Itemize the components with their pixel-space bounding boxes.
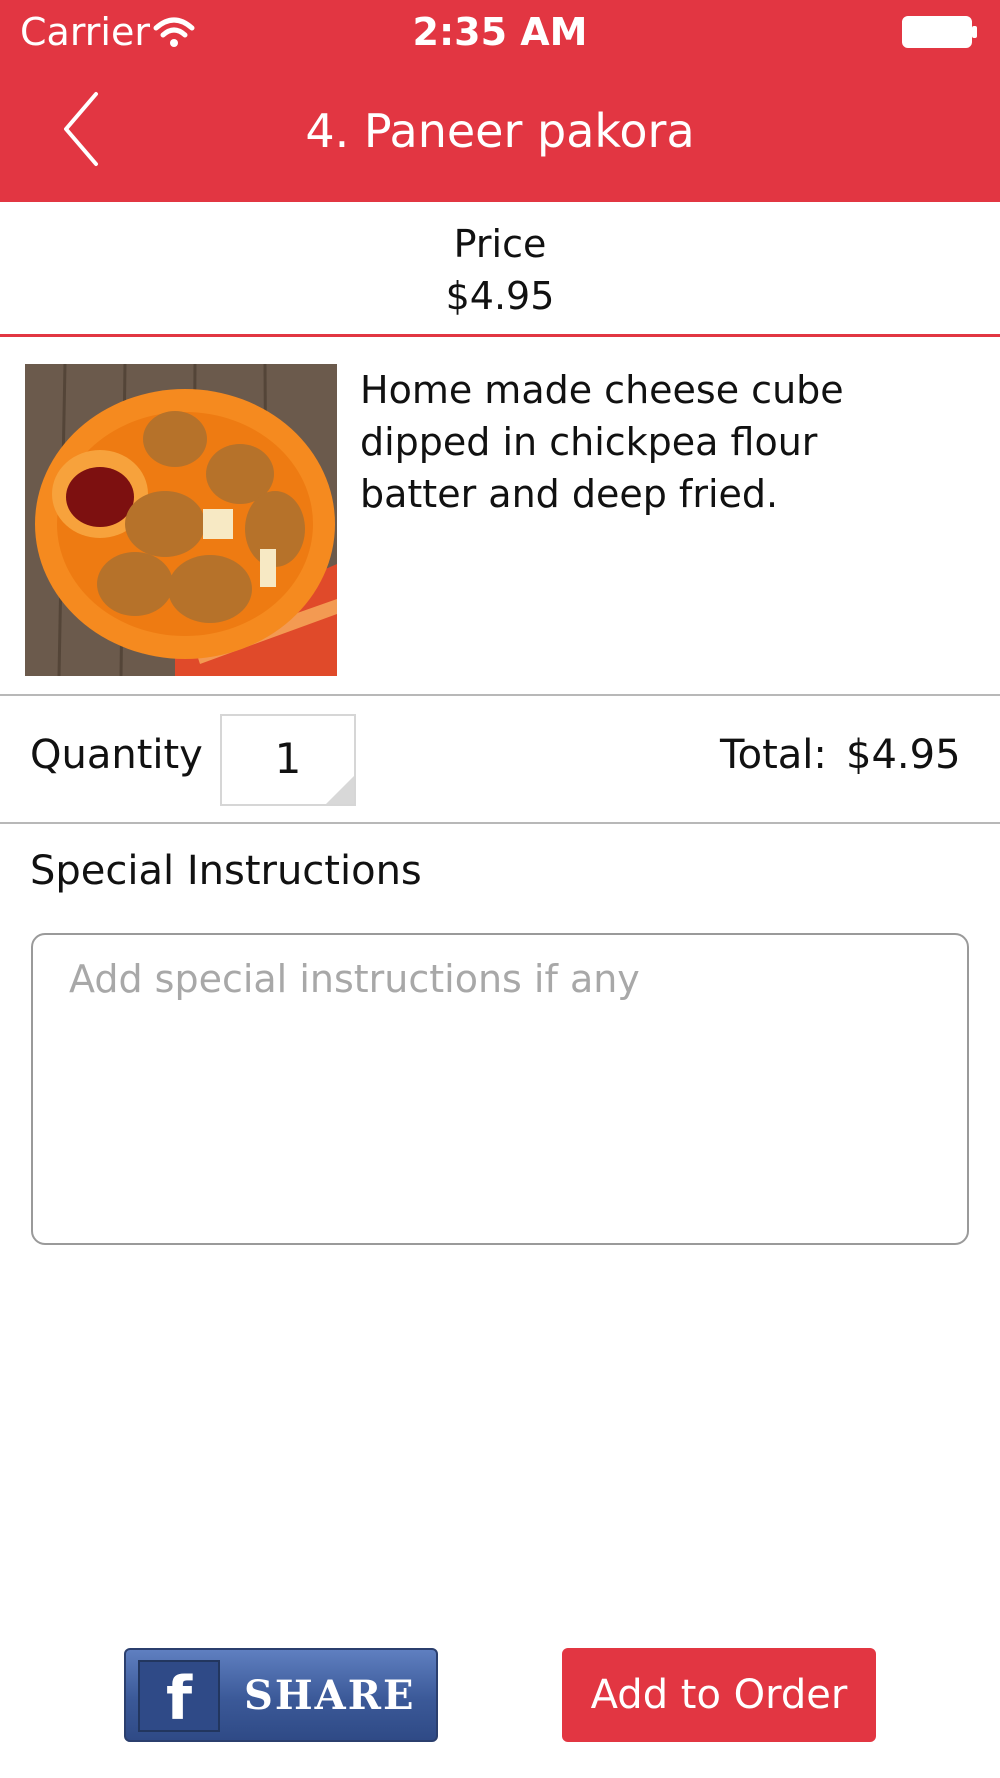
special-instructions-input[interactable] — [31, 933, 969, 1245]
facebook-icon: f — [138, 1660, 220, 1732]
item-photo — [25, 364, 337, 676]
quantity-input[interactable]: 1 — [220, 714, 356, 806]
facebook-share-button[interactable]: f SHARE — [124, 1648, 438, 1742]
navigation-bar: 4. Paneer pakora — [0, 66, 1000, 202]
price-section: Price $4.95 — [0, 202, 1000, 334]
status-time: 2:35 AM — [412, 10, 588, 54]
price-divider — [0, 334, 1000, 337]
divider-line — [0, 822, 1000, 824]
page-title: 4. Paneer pakora — [305, 104, 695, 158]
battery-icon — [902, 16, 977, 48]
total-value: $4.95 — [846, 732, 961, 778]
price-label: Price — [453, 222, 547, 266]
divider-line — [0, 694, 1000, 696]
total-label: Total: — [720, 732, 827, 778]
special-instructions-label: Special Instructions — [30, 848, 422, 894]
dropdown-corner-icon — [326, 776, 354, 804]
status-bar: Carrier 2:35 AM — [0, 0, 1000, 66]
header-bar: Carrier 2:35 AM 4. Paneer pakora — [0, 0, 1000, 202]
price-value: $4.95 — [445, 274, 555, 318]
share-label: SHARE — [244, 1672, 416, 1719]
quantity-label: Quantity — [30, 732, 203, 778]
item-description: Home made cheese cube dipped in chickpea… — [360, 368, 844, 516]
add-to-order-button[interactable]: Add to Order — [562, 1648, 876, 1742]
